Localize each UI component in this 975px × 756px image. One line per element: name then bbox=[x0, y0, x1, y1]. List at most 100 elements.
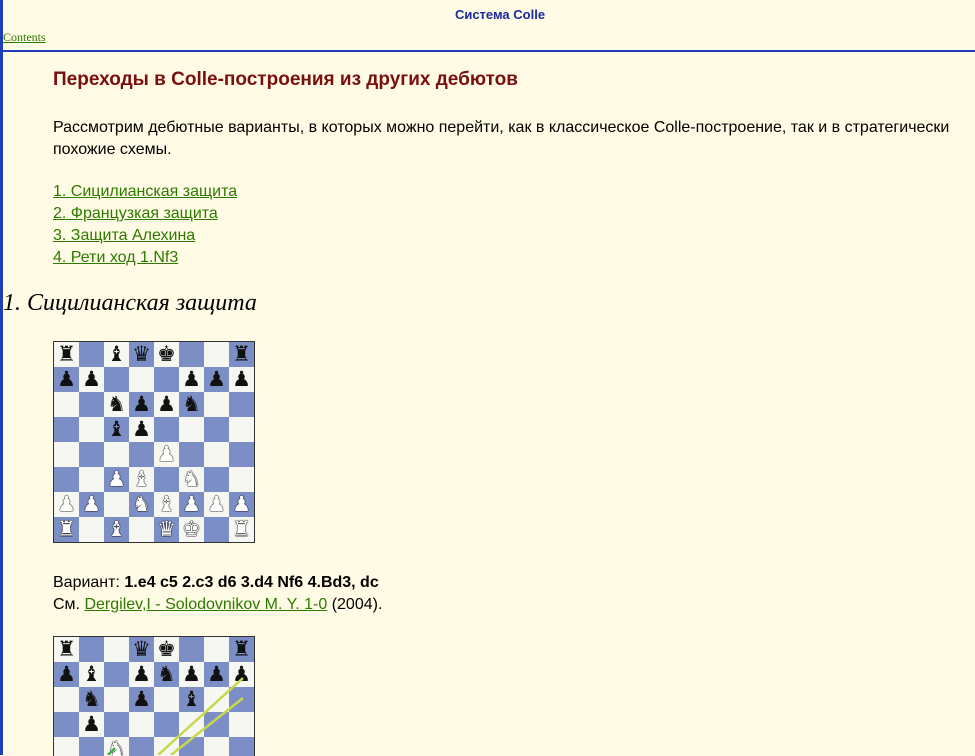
board-square bbox=[104, 367, 129, 392]
black-pawn-icon: ♟ bbox=[132, 662, 151, 686]
black-pawn-icon: ♟ bbox=[57, 662, 76, 686]
board-square bbox=[79, 392, 104, 417]
black-pawn-icon: ♟ bbox=[57, 367, 76, 391]
board-square bbox=[104, 442, 129, 467]
board-square: ♟ bbox=[54, 492, 79, 517]
board-square: ♝ bbox=[129, 467, 154, 492]
see-label: См. bbox=[53, 596, 80, 613]
board-square: ♟ bbox=[229, 662, 254, 687]
board-square bbox=[179, 637, 204, 662]
white-pawn-icon: ♟ bbox=[182, 492, 201, 516]
game-year: (2004). bbox=[331, 596, 383, 613]
black-bishop-icon: ♝ bbox=[82, 662, 101, 686]
board-square bbox=[229, 687, 254, 712]
white-knight-icon: ♞ bbox=[132, 492, 151, 516]
board-square: ♟ bbox=[79, 492, 104, 517]
board-square: ♟ bbox=[129, 417, 154, 442]
toc-item: 3. Защита Алехина bbox=[53, 225, 237, 247]
board-square bbox=[129, 517, 154, 542]
board-square: ♟ bbox=[129, 662, 154, 687]
board-square: ♛ bbox=[154, 517, 179, 542]
board-square bbox=[204, 392, 229, 417]
board-square: ♛ bbox=[129, 342, 154, 367]
toc-link-reti[interactable]: 4. Рети ход 1.Nf3 bbox=[53, 249, 178, 266]
board-square: ♚ bbox=[154, 342, 179, 367]
black-bishop-icon: ♝ bbox=[107, 417, 126, 441]
toc-link-french[interactable]: 2. Французкая защита bbox=[53, 205, 218, 222]
game-link[interactable]: Dergilev,I - Solodovnikov M. Y. 1-0 bbox=[84, 596, 327, 613]
black-pawn-icon: ♟ bbox=[132, 687, 151, 711]
black-king-icon: ♚ bbox=[157, 342, 176, 366]
board-square: ♞ bbox=[179, 392, 204, 417]
black-bishop-icon: ♝ bbox=[107, 342, 126, 366]
white-king-icon: ♚ bbox=[182, 517, 201, 541]
board-square: ♟ bbox=[154, 392, 179, 417]
board-square bbox=[229, 712, 254, 737]
header-divider bbox=[0, 50, 975, 52]
chess-board-diagram-2: ♜ ♛ ♚ ♜ ♟ ♝ ♟ ♞ ♟ ♟ ♟ ♞ ♟ ♝ ♟ ♞ bbox=[53, 636, 255, 756]
board-square: ♟ bbox=[179, 492, 204, 517]
board-square bbox=[79, 342, 104, 367]
black-pawn-icon: ♟ bbox=[82, 712, 101, 736]
white-knight-icon: ♞ bbox=[182, 467, 201, 491]
board-square: ♞ bbox=[179, 467, 204, 492]
white-bishop-icon: ♝ bbox=[107, 517, 126, 541]
board-square bbox=[204, 637, 229, 662]
black-pawn-icon: ♟ bbox=[132, 417, 151, 441]
board-square: ♟ bbox=[54, 367, 79, 392]
black-pawn-icon: ♟ bbox=[82, 367, 101, 391]
board-square: ♟ bbox=[104, 467, 129, 492]
board-square bbox=[129, 367, 154, 392]
board-square bbox=[179, 712, 204, 737]
board-square bbox=[104, 492, 129, 517]
black-pawn-icon: ♟ bbox=[207, 367, 226, 391]
board-square: ♟ bbox=[129, 687, 154, 712]
board-square: ♜ bbox=[54, 637, 79, 662]
board-square: ♞ bbox=[104, 392, 129, 417]
board-square bbox=[204, 417, 229, 442]
board-square: ♝ bbox=[104, 517, 129, 542]
board-square bbox=[129, 737, 154, 756]
board-square: ♚ bbox=[179, 517, 204, 542]
board-square bbox=[179, 342, 204, 367]
board-square bbox=[79, 467, 104, 492]
black-rook-icon: ♜ bbox=[57, 637, 76, 661]
board-square: ♟ bbox=[179, 367, 204, 392]
board-square bbox=[204, 687, 229, 712]
board-square: ♝ bbox=[79, 662, 104, 687]
board-square bbox=[154, 367, 179, 392]
black-rook-icon: ♜ bbox=[232, 342, 251, 366]
black-pawn-icon: ♟ bbox=[182, 662, 201, 686]
board-square bbox=[204, 712, 229, 737]
intro-paragraph: Рассмотрим дебютные варианты, в которых … bbox=[53, 119, 950, 158]
board-square bbox=[54, 392, 79, 417]
header-title: Система Colle bbox=[454, 7, 546, 22]
toc-link-alekhine[interactable]: 3. Защита Алехина bbox=[53, 227, 195, 244]
board-square: ♞ bbox=[104, 737, 129, 756]
board-square: ♟ bbox=[204, 492, 229, 517]
contents-link[interactable]: Contents bbox=[3, 30, 46, 45]
black-king-icon: ♚ bbox=[157, 637, 176, 661]
board-square: ♜ bbox=[54, 342, 79, 367]
toc-item: 1. Сицилианская защита bbox=[53, 181, 237, 203]
black-knight-icon: ♞ bbox=[107, 392, 126, 416]
toc-link-sicilian[interactable]: 1. Сицилианская защита bbox=[53, 183, 237, 200]
board-square bbox=[154, 712, 179, 737]
board-square: ♟ bbox=[229, 367, 254, 392]
board-square: ♜ bbox=[229, 517, 254, 542]
board-square bbox=[204, 737, 229, 756]
board-square bbox=[154, 417, 179, 442]
left-border-rule bbox=[0, 0, 3, 755]
board-square: ♟ bbox=[129, 392, 154, 417]
board-square bbox=[79, 737, 104, 756]
page-title: Переходы в Colle-построения из других де… bbox=[53, 69, 518, 90]
black-knight-icon: ♞ bbox=[82, 687, 101, 711]
black-pawn-icon: ♟ bbox=[157, 392, 176, 416]
table-of-contents: 1. Сицилианская защита 2. Французкая защ… bbox=[53, 181, 237, 269]
board-square bbox=[54, 417, 79, 442]
board-square: ♟ bbox=[54, 662, 79, 687]
chess-board-diagram-1: ♜ ♝ ♛ ♚ ♜ ♟ ♟ ♟ ♟ ♟ ♞ ♟ ♟ ♞ ♝ ♟ ♟ ♟ ♝ ♞ ♟ ♟ ♞ ♝ ♟ ♟ ♟ ♜ ♝ ♛ ♚ ♜ bbox=[53, 341, 255, 543]
board-square bbox=[154, 737, 179, 756]
board-square: ♝ bbox=[104, 342, 129, 367]
board-square: ♝ bbox=[104, 417, 129, 442]
